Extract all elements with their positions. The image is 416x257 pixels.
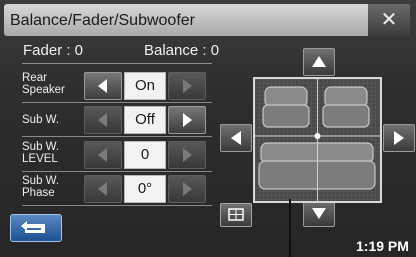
- up-arrow-icon: [312, 56, 326, 67]
- label-line-1: Sub W.: [22, 175, 60, 187]
- rear-speaker-right-button[interactable]: [168, 72, 206, 100]
- title-bar: Balance/Fader/Subwoofer ✕: [4, 4, 410, 36]
- left-arrow-icon: [98, 79, 107, 93]
- label-line-2: Phase: [22, 187, 55, 199]
- divider: [22, 102, 212, 103]
- rear-speaker-label: Rear Speaker: [22, 72, 84, 96]
- fader-readout: Fader : 0: [23, 42, 84, 59]
- subwoofer-level-label: Sub W. LEVEL: [22, 141, 84, 165]
- close-icon: ✕: [380, 9, 398, 31]
- center-reset-button[interactable]: [220, 203, 252, 227]
- subwoofer-phase-left-button[interactable]: [84, 175, 122, 203]
- left-arrow-icon: [231, 131, 241, 145]
- right-arrow-icon: [183, 79, 192, 93]
- right-arrow-icon: [183, 148, 192, 162]
- subwoofer-level-left-button[interactable]: [84, 141, 122, 169]
- subwoofer-level-right-button[interactable]: [168, 141, 206, 169]
- subwoofer-value: Off: [124, 106, 166, 134]
- back-arrow-icon: [21, 221, 45, 233]
- left-arrow-icon: [98, 148, 107, 162]
- subwoofer-phase-right-button[interactable]: [168, 175, 206, 203]
- divider: [22, 205, 212, 206]
- subwoofer-label: Sub W.: [22, 114, 84, 126]
- subwoofer-phase-value: 0°: [124, 175, 166, 203]
- close-button[interactable]: ✕: [368, 4, 410, 36]
- subwoofer-left-button[interactable]: [84, 106, 122, 134]
- balance-left-button[interactable]: [220, 124, 252, 152]
- subwoofer-right-button[interactable]: [168, 106, 206, 134]
- seat-position-panel[interactable]: [253, 77, 382, 203]
- back-button[interactable]: [10, 214, 62, 242]
- screen: Balance/Fader/Subwoofer ✕ Fader : 0 Bala…: [0, 0, 416, 257]
- car-seat-layout-icon: [255, 79, 380, 201]
- left-arrow-icon: [98, 113, 107, 127]
- callout-line: [289, 199, 291, 257]
- balance-readout: Balance : 0: [144, 42, 220, 59]
- right-arrow-icon: [183, 182, 192, 196]
- divider: [22, 63, 212, 64]
- left-arrow-icon: [98, 182, 107, 196]
- rear-speaker-value: On: [124, 72, 166, 100]
- label-line-1: Sub W.: [22, 114, 60, 126]
- label-line-2: Speaker: [22, 84, 65, 96]
- label-line-2: LEVEL: [22, 153, 58, 165]
- center-position-icon: [228, 208, 244, 221]
- divider: [22, 171, 212, 172]
- rear-speaker-left-button[interactable]: [84, 72, 122, 100]
- divider: [22, 136, 212, 137]
- label-line-1: Sub W.: [22, 141, 60, 153]
- fader-up-button[interactable]: [303, 48, 335, 76]
- right-arrow-icon: [183, 113, 192, 127]
- subwoofer-level-value: 0: [124, 141, 166, 169]
- balance-right-button[interactable]: [383, 124, 415, 152]
- page-title: Balance/Fader/Subwoofer: [10, 12, 195, 29]
- subwoofer-phase-label: Sub W. Phase: [22, 175, 84, 199]
- label-line-1: Rear: [22, 72, 47, 84]
- clock: 1:19 PM: [356, 238, 409, 254]
- right-arrow-icon: [394, 131, 404, 145]
